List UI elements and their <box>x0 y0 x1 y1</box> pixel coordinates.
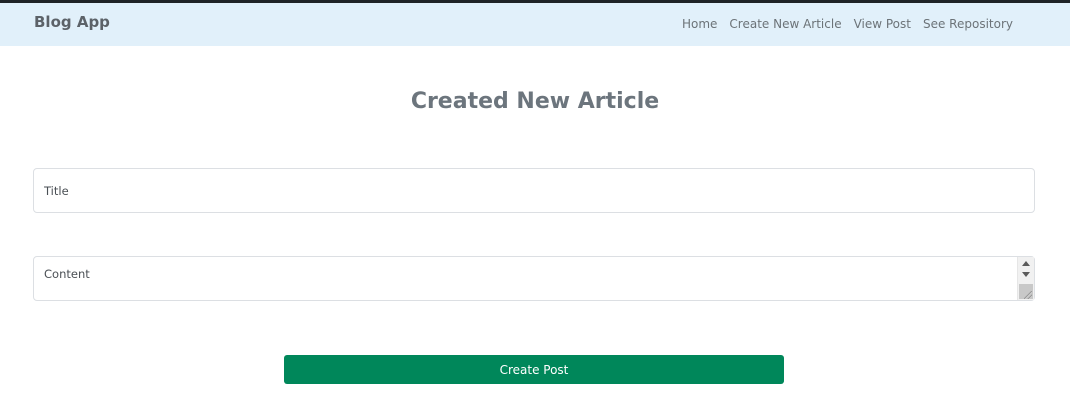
content-textarea[interactable] <box>33 256 1035 301</box>
page-title: Created New Article <box>410 89 660 114</box>
scroll-down-icon[interactable] <box>1022 272 1030 277</box>
resize-grip-icon[interactable] <box>1024 291 1032 299</box>
scroll-up-icon[interactable] <box>1022 261 1030 266</box>
nav-link-home[interactable]: Home <box>682 17 717 31</box>
nav-links: Home Create New Article View Post See Re… <box>682 17 1013 31</box>
brand-logo-link[interactable]: Blog App <box>34 13 110 31</box>
navbar: Blog App Home Create New Article View Po… <box>0 3 1070 46</box>
nav-link-create-new-article[interactable]: Create New Article <box>729 17 841 31</box>
create-post-button[interactable]: Create Post <box>284 355 784 384</box>
title-input[interactable] <box>33 168 1035 213</box>
nav-link-view-post[interactable]: View Post <box>854 17 911 31</box>
nav-link-see-repository[interactable]: See Repository <box>923 17 1013 31</box>
